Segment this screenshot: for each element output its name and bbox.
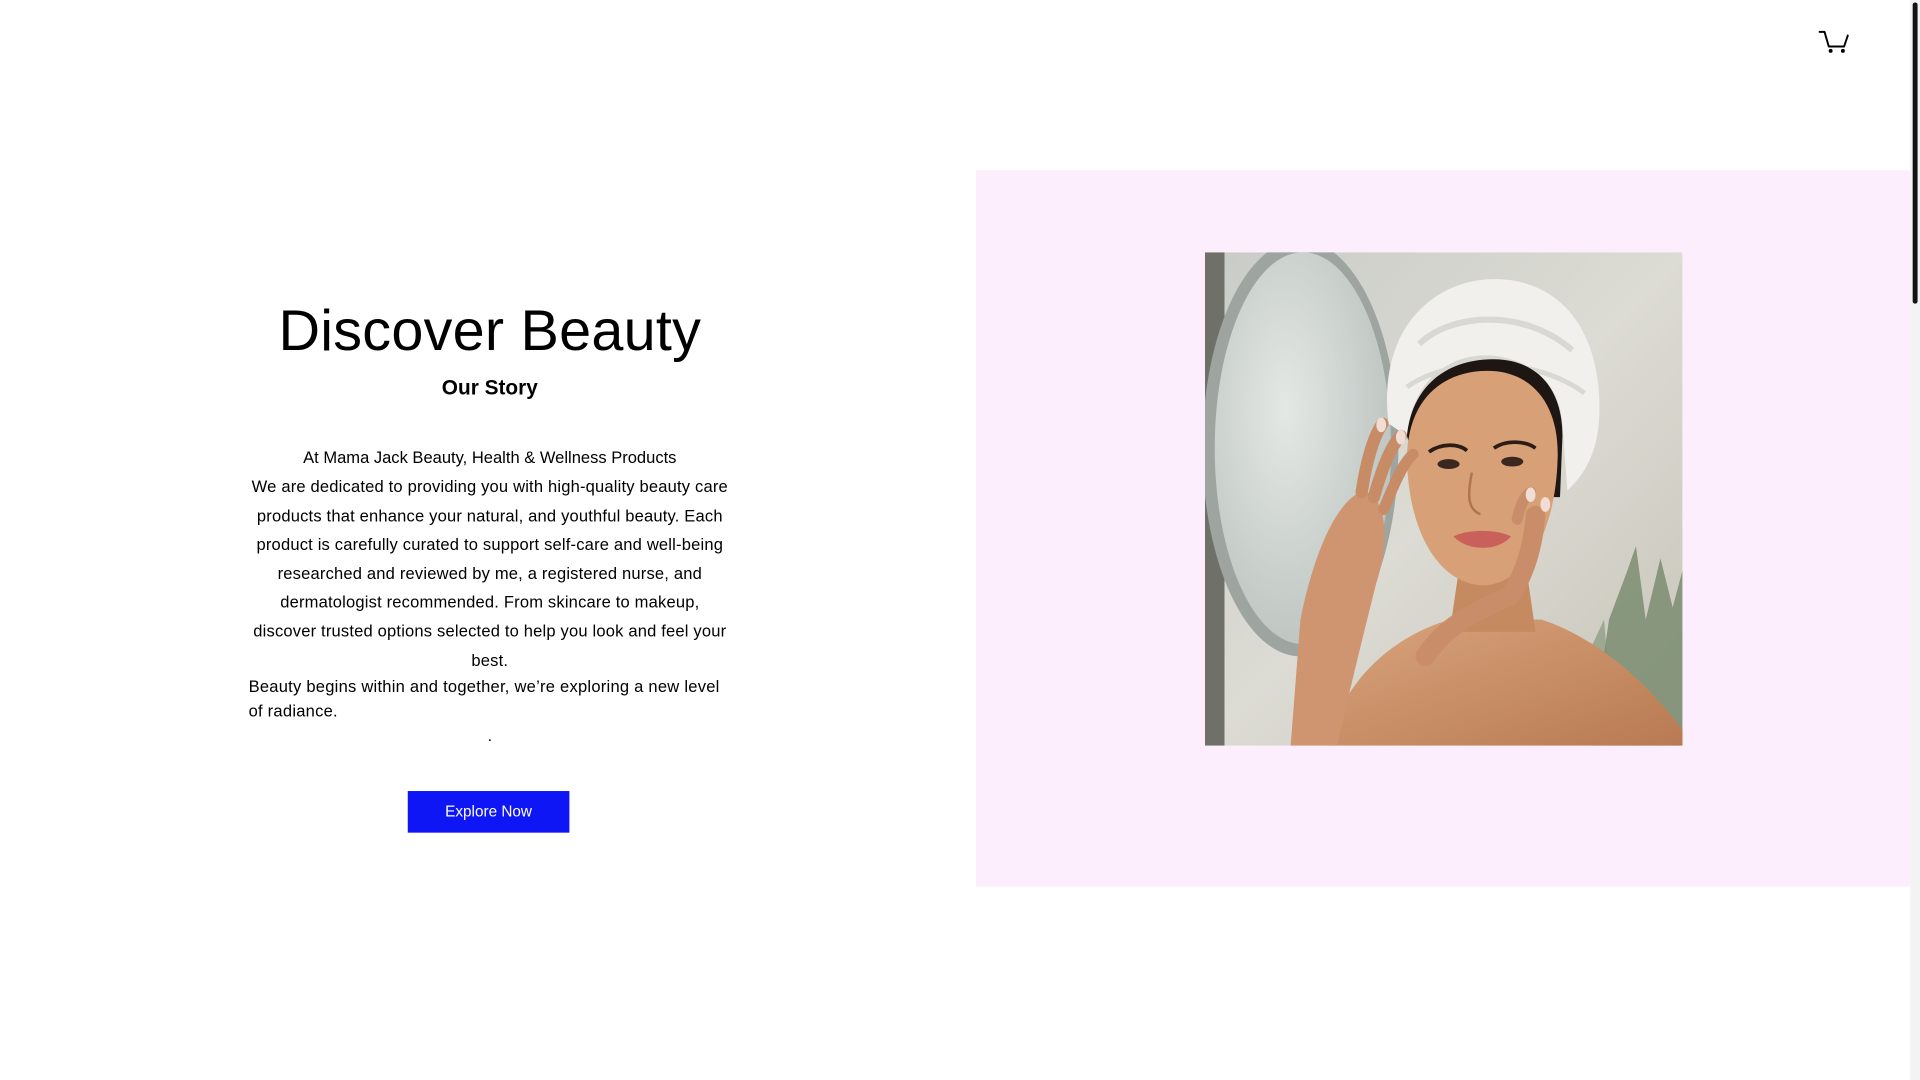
hero-subtitle: Our Story (441, 375, 538, 400)
radiance-text: Beauty begins within and together, we’re… (248, 677, 720, 721)
hero-text-section: Discover Beauty Our Story At Mama Jack B… (245, 294, 735, 748)
scrollbar-thumb[interactable] (1912, 2, 1918, 304)
hero-title: Discover Beauty (278, 297, 702, 363)
page-root: Discover Beauty Our Story At Mama Jack B… (0, 0, 1920, 1080)
vertical-scrollbar[interactable] (1910, 0, 1920, 1080)
explore-now-button[interactable]: Explore Now (407, 791, 570, 833)
story-body: We are dedicated to providing you with h… (251, 477, 728, 670)
brand-intro: At Mama Jack Beauty, Health & Wellness P… (303, 448, 677, 467)
woman-skincare-photo (1204, 252, 1683, 746)
shopping-cart-icon[interactable] (1817, 27, 1851, 54)
dot-text: . (487, 726, 493, 745)
